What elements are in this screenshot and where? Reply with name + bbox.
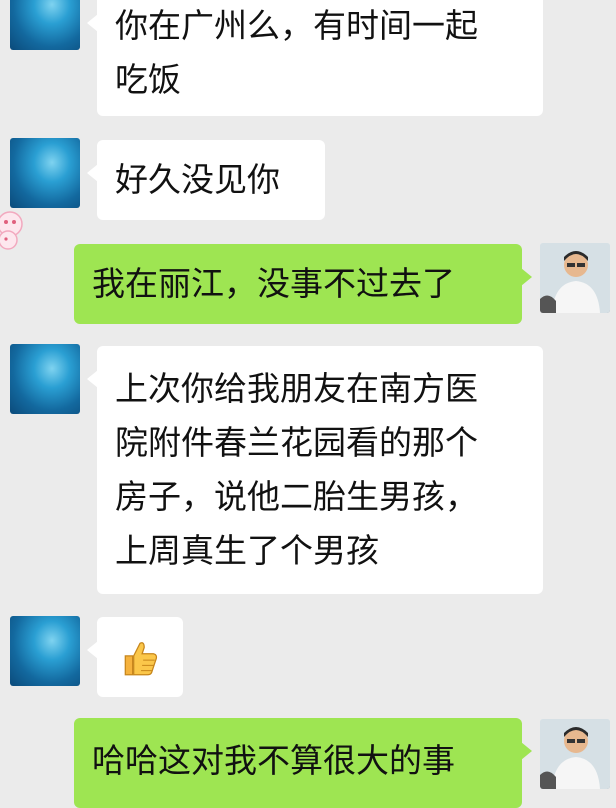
message-bubble-received[interactable]	[87, 617, 183, 697]
message-text-line: 你在广州么，有时间一起	[115, 6, 478, 45]
message-bubble-received[interactable]: 你在广州么，有时间一起 吃饭	[87, 0, 543, 116]
message-text-line: 我在丽江，没事不过去了	[92, 264, 455, 303]
message-text-line: 房子，说他二胎生男孩，	[115, 477, 478, 516]
message-text-line: 上周真生了个男孩	[115, 531, 379, 570]
contact-avatar[interactable]	[10, 0, 80, 50]
message-text-line: 哈哈这对我不算很大的事	[92, 741, 455, 780]
user-avatar[interactable]	[540, 719, 610, 789]
user-avatar[interactable]	[540, 243, 610, 313]
message-text-line: 好久没见你	[115, 160, 280, 199]
contact-avatar[interactable]	[10, 344, 80, 414]
message-text-line: 院附件春兰花园看的那个	[115, 423, 478, 462]
contact-avatar[interactable]	[10, 138, 80, 208]
message-text-line: 上次你给我朋友在南方医	[115, 369, 478, 408]
message-bubble-received[interactable]: 上次你给我朋友在南方医 院附件春兰花园看的那个 房子，说他二胎生男孩， 上周真生…	[87, 346, 543, 594]
message-bubble-received[interactable]: 好久没见你	[87, 140, 325, 220]
message-bubble-sent[interactable]: 哈哈这对我不算很大的事	[74, 718, 532, 808]
thumbs-up-icon	[124, 642, 158, 676]
contact-avatar[interactable]	[10, 616, 80, 686]
cartoon-sticker-icon	[0, 211, 23, 250]
message-bubble-sent[interactable]: 我在丽江，没事不过去了	[74, 244, 532, 324]
message-text-line: 吃饭	[115, 60, 181, 99]
